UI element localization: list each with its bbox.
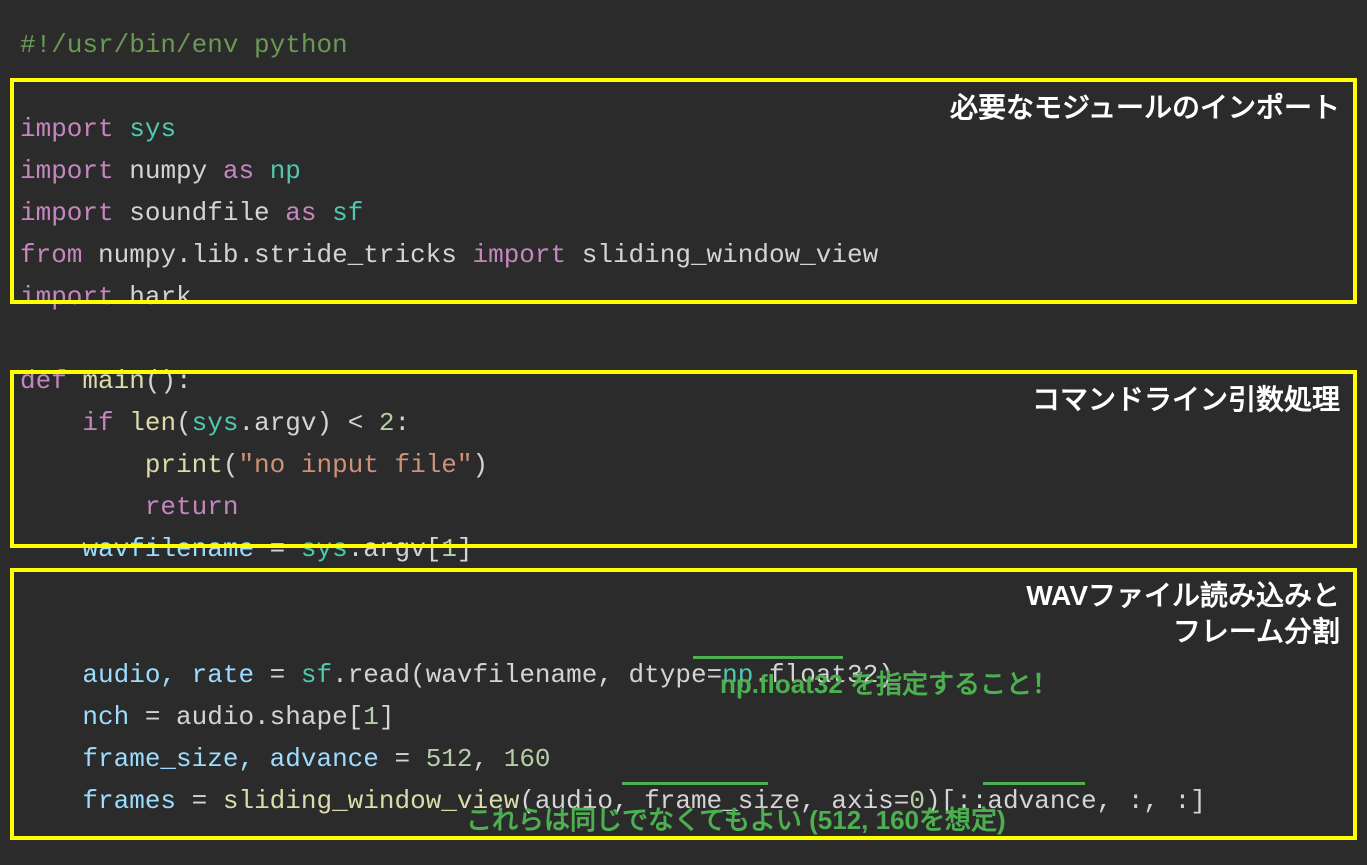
line-import-numpy: import numpy as np bbox=[20, 150, 1206, 192]
line-wavfilename: wavfilename = sys.argv[1] bbox=[20, 528, 1206, 570]
line-return: return bbox=[20, 486, 1206, 528]
line-nch: nch = audio.shape[1] bbox=[20, 696, 1206, 738]
line-import-hark: import hark bbox=[20, 276, 1206, 318]
line-from-numpy: from numpy.lib.stride_tricks import slid… bbox=[20, 234, 1206, 276]
line-audio: audio, rate = sf.read(wavfilename, dtype… bbox=[20, 654, 1206, 696]
line-print: print("no input file") bbox=[20, 444, 1206, 486]
blank-line bbox=[20, 318, 1206, 360]
blank-line bbox=[20, 612, 1206, 654]
line-frame-size: frame_size, advance = 512, 160 bbox=[20, 738, 1206, 780]
line-import-soundfile: import soundfile as sf bbox=[20, 192, 1206, 234]
blank-line bbox=[20, 570, 1206, 612]
line-import-sys: import sys bbox=[20, 108, 1206, 150]
blank-line bbox=[20, 66, 1206, 108]
code-block: #!/usr/bin/env python import sys import … bbox=[0, 0, 1226, 846]
line-if: if len(sys.argv) < 2: bbox=[20, 402, 1206, 444]
code-slide: #!/usr/bin/env python import sys import … bbox=[0, 0, 1367, 865]
shebang: #!/usr/bin/env python bbox=[20, 30, 348, 60]
line-shebang: #!/usr/bin/env python bbox=[20, 24, 1206, 66]
line-frames: frames = sliding_window_view(audio, fram… bbox=[20, 780, 1206, 822]
line-def-main: def main(): bbox=[20, 360, 1206, 402]
